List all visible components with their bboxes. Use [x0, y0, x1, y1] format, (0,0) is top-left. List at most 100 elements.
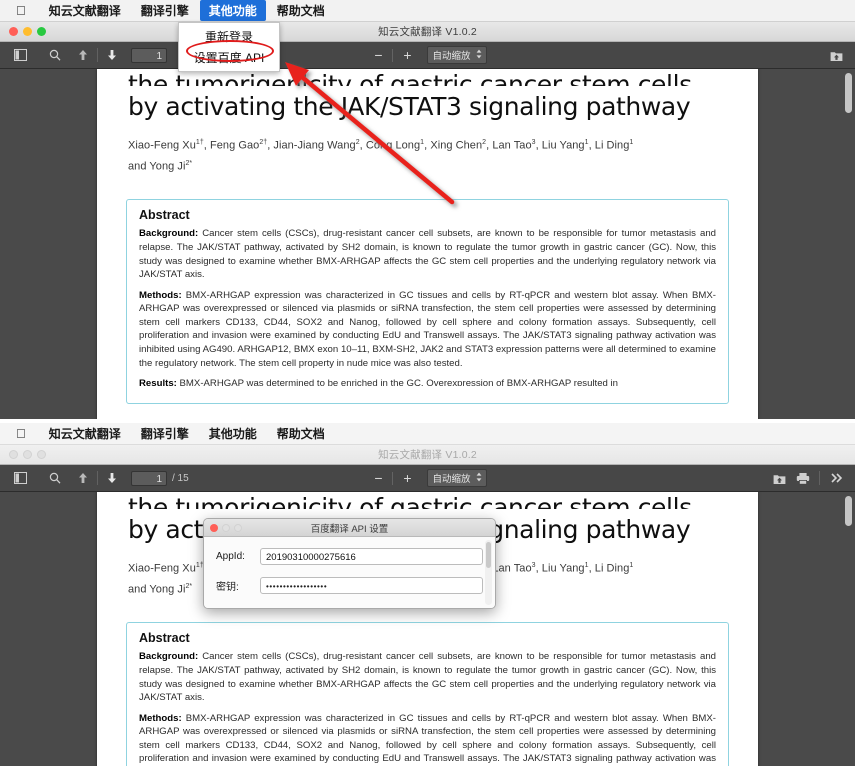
window-traffic-lights-top: [9, 27, 46, 36]
appid-input[interactable]: 20190310000275616: [260, 548, 483, 565]
abstract-background-bottom: Background: Cancer stem cells (CSCs), dr…: [139, 650, 716, 704]
window-titlebar-bottom: 知云文献翻译 V1.0.2: [0, 445, 855, 465]
pdf-window-top: 知云文献翻译 V1.0.2 1 − + 自动缩放 the tumorigenic…: [0, 22, 855, 419]
abstract-box-top: Abstract Background: Cancer stem cells (…: [126, 199, 729, 405]
menu-item-help[interactable]: 帮助文档: [268, 423, 334, 444]
pdf-toolbar-right-group-bottom: [768, 468, 855, 488]
paper-authors-line2: and Yong Ji2*: [128, 159, 193, 173]
secret-row: 密钥: ••••••••••••••••••: [216, 577, 483, 594]
open-file-icon[interactable]: [768, 468, 790, 488]
page-number-input-top[interactable]: 1: [131, 47, 167, 63]
toolbar-divider: [97, 48, 98, 62]
background-label: Background:: [139, 228, 199, 240]
appid-row: AppId: 20190310000275616: [216, 548, 483, 565]
menu-item-zhiyun[interactable]: 知云文献翻译: [40, 0, 130, 21]
close-button[interactable]: [9, 450, 18, 459]
abstract-box-bottom: Abstract Background: Cancer stem cells (…: [126, 622, 729, 766]
chevron-updown-icon: [476, 49, 482, 62]
zoom-select-top[interactable]: 自动缩放: [427, 46, 487, 64]
window-titlebar-top: 知云文献翻译 V1.0.2: [0, 22, 855, 42]
menu-item-engine[interactable]: 翻译引擎: [132, 423, 198, 444]
arrow-up-icon[interactable]: [72, 45, 94, 65]
abstract-methods-top: Methods: BMX-ARHGAP expression was chara…: [139, 289, 716, 371]
paper-title-top: the tumorigenicity of gastric cancer ste…: [128, 69, 727, 123]
menu-item-engine[interactable]: 翻译引擎: [132, 0, 198, 21]
menubar-top:  知云文献翻译 翻译引擎 其他功能 帮助文档: [0, 0, 855, 22]
abstract-methods-bottom: Methods: BMX-ARHGAP expression was chara…: [139, 712, 716, 766]
results-text: BMX-ARHGAP was determined to be enriched…: [179, 378, 619, 387]
methods-label: Methods:: [139, 289, 182, 301]
abstract-results-top: Results: BMX-ARHGAP was determined to be…: [139, 377, 716, 386]
sidebar-toggle-icon[interactable]: [9, 468, 31, 488]
methods-label: Methods:: [139, 712, 182, 724]
arrow-down-icon[interactable]: [101, 45, 123, 65]
pdf-toolbar-top: 1 − + 自动缩放: [0, 42, 855, 69]
sidebar-toggle-icon[interactable]: [9, 45, 31, 65]
methods-text: BMX-ARHGAP expression was characterized …: [139, 712, 716, 765]
window-title-top: 知云文献翻译 V1.0.2: [378, 26, 477, 38]
results-label: Results:: [139, 378, 177, 387]
screen-root:  知云文献翻译 翻译引擎 其他功能 帮助文档 知云文献翻译 V1.0.2: [0, 0, 855, 766]
dialog-scrollbar-thumb[interactable]: [486, 542, 491, 568]
open-file-icon[interactable]: [825, 45, 847, 65]
background-text: Cancer stem cells (CSCs), drug-resistant…: [139, 651, 716, 704]
page-total-bottom: / 15: [172, 472, 189, 484]
pdf-page-area-top: the tumorigenicity of gastric cancer ste…: [0, 69, 855, 419]
close-button[interactable]: [9, 27, 18, 36]
zoom-in-button-bottom[interactable]: +: [397, 471, 417, 485]
window-title-bottom: 知云文献翻译 V1.0.2: [378, 449, 477, 461]
dialog-body: AppId: 20190310000275616 密钥: •••••••••••…: [204, 537, 495, 608]
printer-icon[interactable]: [792, 468, 814, 488]
menu-item-other-functions[interactable]: 其他功能: [200, 423, 266, 444]
abstract-heading-top: Abstract: [139, 208, 190, 223]
maximize-button[interactable]: [37, 450, 46, 459]
menu-item-help[interactable]: 帮助文档: [268, 0, 334, 21]
paper-authors-top: Xiao-Feng Xu1†, Feng Gao2†, Jian-Jiang W…: [128, 134, 727, 175]
menu-item-other-functions[interactable]: 其他功能: [199, 0, 266, 21]
zoom-select-label-bottom: 自动缩放: [432, 474, 471, 485]
zoom-divider: [392, 471, 394, 485]
menu-item-zhiyun[interactable]: 知云文献翻译: [40, 423, 130, 444]
abstract-heading-bottom: Abstract: [139, 631, 190, 646]
zoom-out-button-bottom[interactable]: −: [368, 471, 388, 485]
search-icon[interactable]: [44, 45, 66, 65]
methods-text: BMX-ARHGAP expression was characterized …: [139, 289, 716, 369]
minimize-button[interactable]: [23, 450, 32, 459]
search-icon[interactable]: [44, 468, 66, 488]
pdf-toolbar-right-group-top: [825, 45, 855, 65]
pdf-scrollbar-thumb-top[interactable]: [845, 73, 852, 113]
paper-title-line2: by activating the JAK/STAT3 signaling pa…: [128, 92, 691, 121]
dialog-scrollbar[interactable]: [485, 540, 492, 605]
page-number-input-bottom[interactable]: 1: [131, 470, 167, 486]
zoom-select-label-top: 自动缩放: [432, 51, 471, 62]
dialog-titlebar: 百度翻译 API 设置: [204, 519, 495, 537]
pdf-scrollbar-top[interactable]: [845, 73, 853, 417]
arrow-up-icon[interactable]: [72, 468, 94, 488]
menubar-bottom:  知云文献翻译 翻译引擎 其他功能 帮助文档: [0, 423, 855, 445]
paper-title-line1: the tumorigenicity of gastric cancer ste…: [128, 493, 692, 509]
minimize-button[interactable]: [23, 27, 32, 36]
arrow-down-icon[interactable]: [101, 468, 123, 488]
pdf-page-sheet-top: the tumorigenicity of gastric cancer ste…: [97, 69, 758, 419]
double-chevron-right-icon[interactable]: [825, 468, 847, 488]
secret-input[interactable]: ••••••••••••••••••: [260, 577, 483, 594]
secret-label: 密钥:: [216, 582, 239, 593]
dialog-title: 百度翻译 API 设置: [310, 523, 389, 535]
zoom-out-button-top[interactable]: −: [368, 48, 388, 62]
zoom-select-bottom[interactable]: 自动缩放: [427, 469, 487, 487]
zoom-in-button-top[interactable]: +: [397, 48, 417, 62]
apple-logo-icon[interactable]: : [16, 427, 26, 440]
pdf-scrollbar-bottom[interactable]: [845, 496, 853, 764]
toolbar-divider: [97, 471, 98, 485]
background-label: Background:: [139, 651, 199, 663]
pdf-toolbar-bottom: 1 / 15 − + 自动缩放: [0, 465, 855, 492]
toolbar-divider: [819, 471, 820, 485]
pdf-scrollbar-thumb-bottom[interactable]: [845, 496, 852, 526]
menu-item-relogin[interactable]: 重新登录: [179, 26, 279, 47]
window-traffic-lights-bottom: [9, 450, 46, 459]
paper-authors-line1: Xiao-Feng Xu1†, Feng Gao2†, Jian-Jiang W…: [128, 139, 634, 152]
maximize-button[interactable]: [37, 27, 46, 36]
other-functions-dropdown: 重新登录 设置百度 API: [178, 22, 280, 72]
menu-item-set-baidu-api[interactable]: 设置百度 API: [179, 47, 279, 68]
apple-logo-icon[interactable]: : [16, 4, 26, 17]
